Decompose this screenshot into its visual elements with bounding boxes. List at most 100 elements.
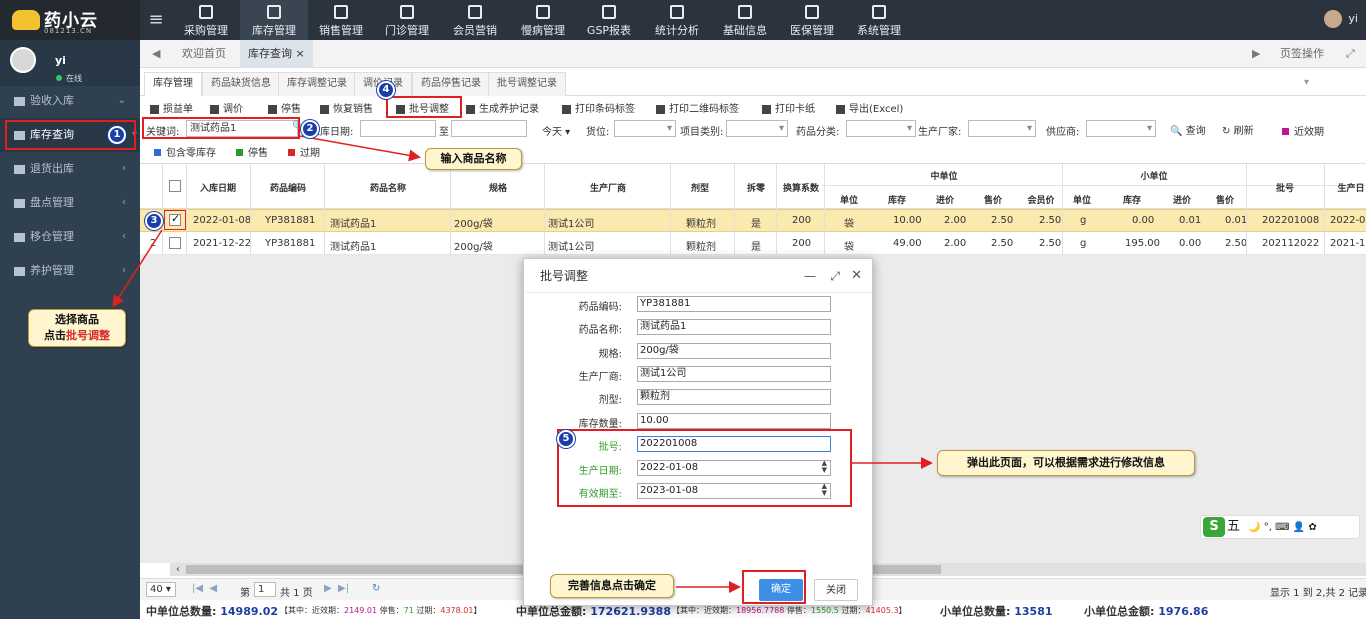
query-button[interactable]: 🔍 查询 [1170,122,1206,137]
fullscreen-icon[interactable]: ⤢ [1338,40,1363,68]
resume-sale-button[interactable]: 恢复销售 [320,100,373,115]
col-small-stock[interactable]: 库存 [1104,193,1160,206]
date-to-input[interactable] [451,120,527,137]
col-small-price[interactable]: 售价 [1204,193,1246,206]
select-all-checkbox[interactable] [169,180,181,192]
stop-sale-button[interactable]: 停售 [268,100,301,115]
cell-spec: 200g/袋 [454,242,493,253]
export-excel-button[interactable]: 导出(Excel) [836,100,903,115]
nav-clinic[interactable]: 门诊管理 [374,0,440,40]
nav-sales[interactable]: 销售管理 [308,0,374,40]
zero-stock-checkbox[interactable]: 包含零库存 [154,144,216,159]
col-maker[interactable]: 生产厂商 [546,181,670,194]
sidebar-item-transfer[interactable]: 移仓管理 ‹ [0,220,140,254]
loss-gain-button[interactable]: 损益单 [150,100,193,115]
page-size-select[interactable]: 40 ▾ [146,582,176,597]
col-mid-unit[interactable]: 单位 [826,193,872,206]
maker-field[interactable]: 测试1公司 [637,366,831,382]
maximize-icon[interactable]: ⤢ [830,259,840,293]
first-page-icon[interactable]: |◀ ◀ [192,583,217,594]
tab-home[interactable]: 欢迎首页 [174,40,234,68]
scroll-left-icon[interactable]: ‹ [176,564,180,575]
subtab-stock[interactable]: 库存管理 [144,72,202,96]
supplier-select[interactable] [1086,120,1156,137]
drug-class-select[interactable] [846,120,916,137]
drug-code-field[interactable]: YP381881 [637,296,831,312]
nav-chronic[interactable]: 慢病管理 [510,0,576,40]
reload-icon[interactable]: ↻ [372,583,380,594]
print-barcode-button[interactable]: 打印条码标签 [562,100,635,115]
col-mid-stock[interactable]: 库存 [874,193,920,206]
close-icon[interactable]: ✕ [851,259,862,293]
col-prod-date[interactable]: 生产日 [1326,181,1366,194]
barchart-icon [670,5,684,19]
nav-member[interactable]: 会员营销 [440,0,510,40]
close-button[interactable]: 关闭 [814,579,858,601]
col-code[interactable]: 药品编码 [256,181,320,194]
col-mid-price[interactable]: 售价 [970,193,1016,206]
tabs-next-icon[interactable]: ▶ [1244,40,1268,68]
refresh-button[interactable]: ↻ 刷新 [1222,122,1254,137]
nav-stats[interactable]: 统计分析 [642,0,712,40]
col-split[interactable]: 拆零 [736,181,776,194]
ime-toolbar[interactable]: S五 🌙 °, ⌨ 👤 ✿ [1200,515,1360,539]
col-factor[interactable]: 换算系数 [778,181,824,194]
col-name[interactable]: 药品名称 [326,181,450,194]
spec-field[interactable]: 200g/袋 [637,343,831,359]
row-checkbox[interactable] [169,237,181,249]
nav-system[interactable]: 系统管理 [846,0,912,40]
cell-date: 2022-01-08 [193,215,252,226]
col-small-unit[interactable]: 单位 [1062,193,1102,206]
top-user-menu[interactable]: yi [1324,10,1358,28]
col-spec[interactable]: 规格 [452,181,544,194]
col-mid-cost[interactable]: 进价 [922,193,968,206]
cell-name: 测试药品1 [330,242,377,253]
cell-form: 颗粒剂 [686,219,716,230]
tab-actions[interactable]: 页签操作 [1272,40,1332,68]
menu-toggle-icon[interactable]: ≡ [145,10,167,30]
subtab-adjust-log[interactable]: 库存调整记录 [278,72,356,96]
page-number-input[interactable]: 1 [254,582,276,597]
close-icon[interactable]: × [296,47,305,60]
next-page-icon[interactable]: ▶ ▶| [324,583,349,594]
maker-select[interactable] [968,120,1036,137]
chevron-left-icon: ‹ [122,265,126,276]
sidebar-item-receive[interactable]: 验收入库 ⌄ [0,84,140,118]
maintenance-record-button[interactable]: 生成养护记录 [466,100,539,115]
minimize-icon[interactable]: — [804,259,816,293]
print-qrcode-button[interactable]: 打印二维码标签 [656,100,739,115]
subtab-shortage[interactable]: 药品缺货信息 [202,72,280,96]
date-from-input[interactable] [360,120,436,137]
nav-inventory[interactable]: 库存管理 [240,0,308,40]
tabs-prev-icon[interactable]: ◀ [144,40,168,68]
category-select[interactable] [726,120,788,137]
nav-basic[interactable]: 基础信息 [712,0,778,40]
col-mid-member[interactable]: 会员价 [1018,193,1064,206]
nav-insurance[interactable]: 医保管理 [778,0,846,40]
chevron-down-icon: ⌄ [117,95,126,106]
stock-qty-field[interactable]: 10.00 [637,413,831,429]
sidebar-item-stocktake[interactable]: 盘点管理 ‹ [0,186,140,220]
nav-gsp[interactable]: GSP报表 [576,0,642,40]
chevron-down-icon[interactable]: ▾ [1296,72,1317,96]
dosage-form-field[interactable]: 颗粒剂 [637,389,831,405]
print-card-button[interactable]: 打印卡纸 [762,100,815,115]
col-small-cost[interactable]: 进价 [1162,193,1202,206]
price-adjust-button[interactable]: 调价 [210,100,243,115]
drug-name-field[interactable]: 测试药品1 [637,319,831,335]
subtab-stop-log[interactable]: 药品停售记录 [412,72,490,96]
cell-maker: 测试1公司 [548,219,595,230]
sidebar-item-maintenance[interactable]: 养护管理 ‹ [0,254,140,288]
today-select[interactable]: 今天 ▾ [542,123,570,138]
callout-popup: 弹出此页面，可以根据需求进行修改信息 [937,450,1195,476]
nav-purchase[interactable]: 采购管理 [172,0,240,40]
col-date[interactable]: 入库日期 [188,181,248,194]
sidebar-item-return[interactable]: 退货出库 ‹ [0,152,140,186]
dialog-title: 批号调整 [540,269,589,283]
col-form[interactable]: 剂型 [672,181,728,194]
col-batch[interactable]: 批号 [1248,181,1322,194]
location-select[interactable] [614,120,676,137]
subtab-batch-log[interactable]: 批号调整记录 [488,72,566,96]
tab-stock-query[interactable]: 库存查询 × [240,40,313,68]
category-label: 项目类别: [680,127,724,138]
